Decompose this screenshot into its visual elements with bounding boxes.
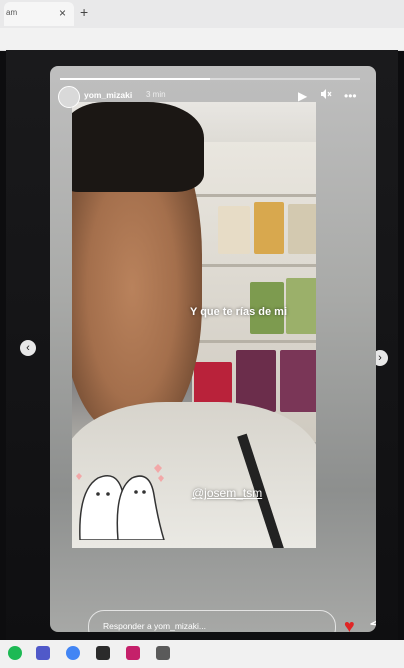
story-progress-fill [60,78,210,80]
send-icon[interactable] [370,616,376,632]
ghost-sticker [76,464,165,540]
close-icon[interactable]: × [59,6,66,20]
cereal-box [218,206,250,254]
store-shelves [192,142,316,442]
cereal-box [254,202,284,254]
story-viewer: ‹ › yom_mizaki 3 min ▶ ••• Y que te rías… [6,50,398,640]
shelf [192,194,316,197]
cereal-box [280,350,316,412]
mute-icon-svg [321,89,332,99]
story-progress-bar [60,78,360,80]
new-tab-button[interactable]: + [80,4,88,20]
reply-input[interactable]: Responder a yom_mizaki... [88,610,336,632]
sticky-icon[interactable] [96,646,110,660]
more-icon[interactable]: ••• [344,88,357,104]
shelf [192,264,316,267]
tab-title: am [6,8,18,17]
story-time: 3 min [146,90,166,99]
store-icon[interactable] [126,646,140,660]
cereal-box [288,204,316,254]
spotify-icon[interactable] [8,646,22,660]
teams-icon[interactable] [36,646,50,660]
taskbar [0,640,404,668]
story-username[interactable]: yom_mizaki [84,90,132,100]
story-caption: Y que te rías de mi [190,306,288,318]
browser-tab-strip: am × + [0,0,404,28]
story-mention[interactable]: @josem_tsm [192,486,262,500]
mute-icon[interactable] [320,88,332,104]
shelf [192,340,316,343]
story-header: yom_mizaki 3 min ▶ ••• [58,86,368,108]
cereal-box [236,350,276,412]
person-hair [72,102,204,192]
app-icon[interactable] [156,646,170,660]
reply-placeholder: Responder a yom_mizaki... [103,621,206,631]
heart-icon[interactable]: ♥ [344,616,355,632]
story-card[interactable]: yom_mizaki 3 min ▶ ••• Y que te rías de … [50,66,376,632]
chevron-left-icon[interactable]: ‹ [20,340,36,356]
chrome-icon[interactable] [66,646,80,660]
avatar[interactable] [58,86,80,108]
send-icon-svg [370,620,376,626]
browser-tab[interactable]: am × [4,2,74,26]
play-icon[interactable]: ▶ [298,88,307,104]
address-bar[interactable] [0,28,404,51]
cereal-box [286,278,316,334]
